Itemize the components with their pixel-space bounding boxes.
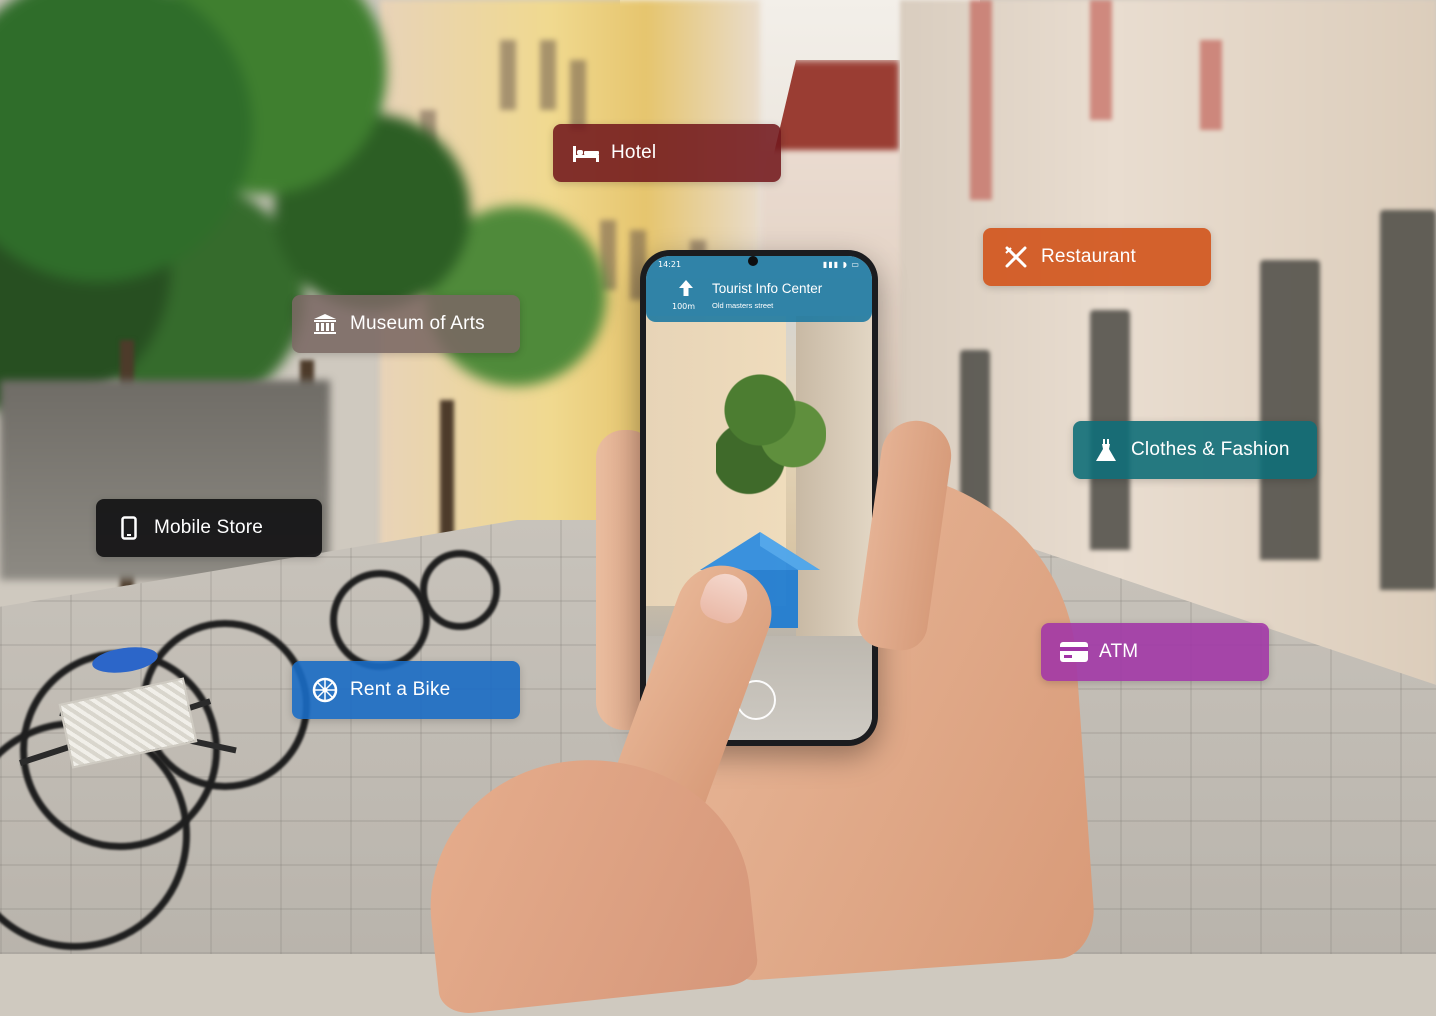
rent-a-bike-tag[interactable]: Rent a Bike [292,661,520,719]
smartphone-icon [114,513,144,543]
restaurant-tag[interactable]: Restaurant [983,228,1211,286]
front-camera [748,256,758,266]
mobile-store-label: Mobile Store [154,517,264,538]
screen-tree [716,346,826,506]
museum-tag[interactable]: Museum of Arts [292,295,520,353]
status-bar: 14:21 ▮▮▮ ◗ ▭ [646,256,872,272]
nav-street-name: Old masters street [712,301,774,310]
navigation-card[interactable]: 14:21 ▮▮▮ ◗ ▭ 100m Tourist Info Center O… [646,256,872,322]
dress-icon [1091,435,1121,465]
up-arrow-icon [679,280,693,296]
credit-card-icon [1059,637,1089,667]
cutlery-icon [1001,242,1031,272]
museum-icon [310,309,340,339]
hotel-label: Hotel [611,142,657,163]
status-time: 14:21 [658,260,682,269]
atm-tag[interactable]: ATM [1041,623,1269,681]
signal-battery-icon: ▮▮▮ ◗ ▭ [822,260,860,269]
rent-a-bike-label: Rent a Bike [350,679,451,700]
atm-label: ATM [1099,641,1139,662]
tree-trunk [440,400,454,540]
fingernail [695,567,754,628]
nav-destination-title: Tourist Info Center [712,281,823,296]
hotel-tag[interactable]: Hotel [553,124,781,182]
bed-icon [571,138,601,168]
clothes-fashion-label: Clothes & Fashion [1131,439,1290,460]
clothes-fashion-tag[interactable]: Clothes & Fashion [1073,421,1317,479]
nav-distance: 100m [672,302,696,311]
bike-wheel-icon [310,675,340,705]
restaurant-label: Restaurant [1041,246,1136,267]
mobile-store-tag[interactable]: Mobile Store [96,499,322,557]
museum-label: Museum of Arts [350,313,485,334]
